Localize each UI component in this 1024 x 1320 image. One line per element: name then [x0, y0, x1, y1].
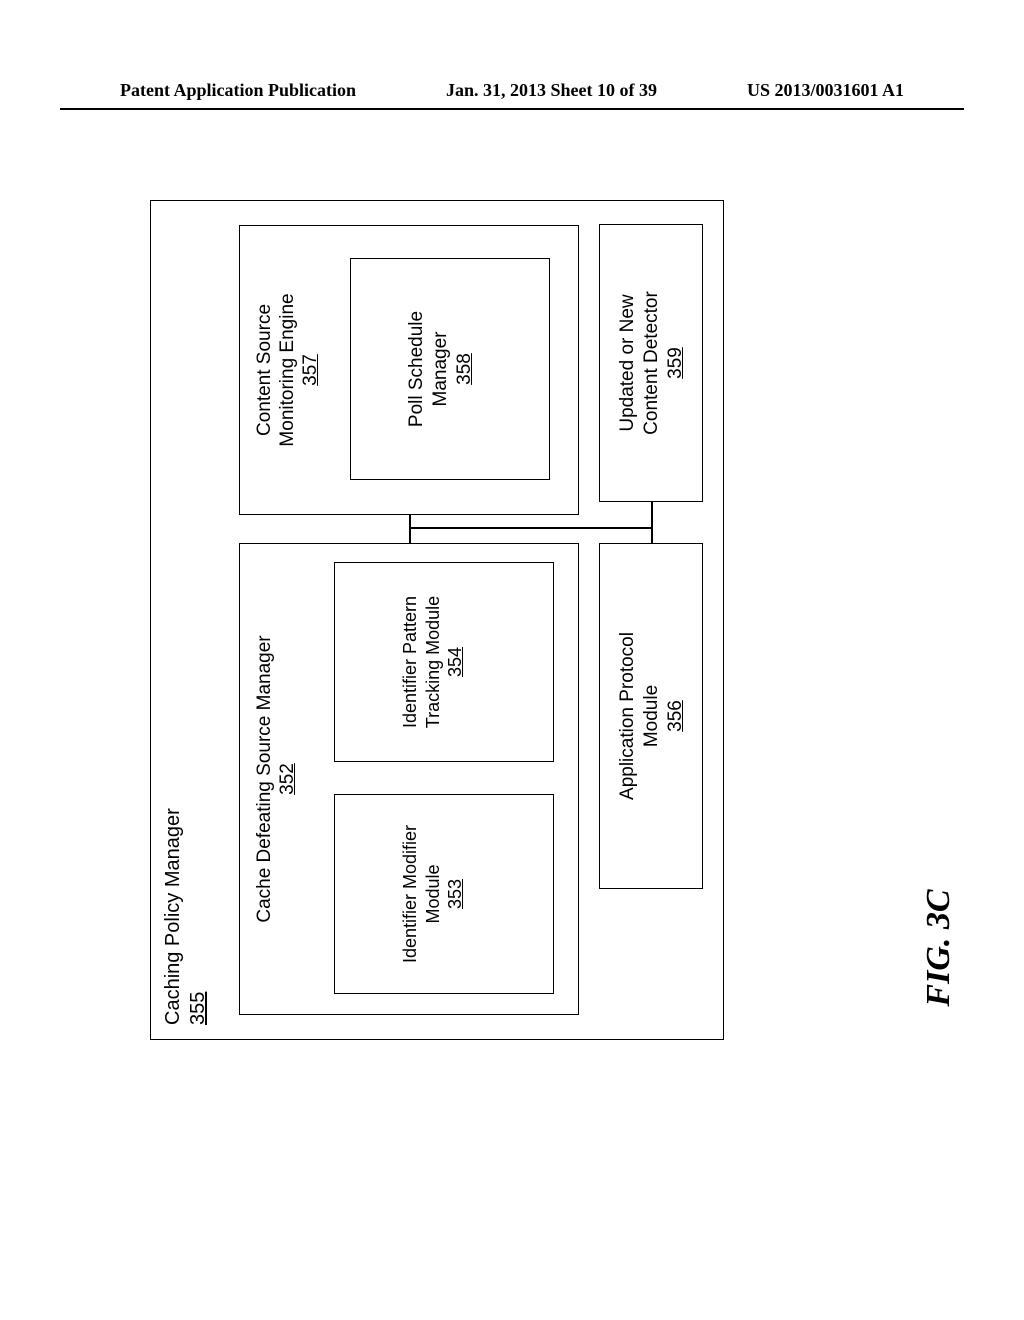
figure-rotated-container: Caching Policy Manager 355 Cache Defeati… [150, 200, 724, 1040]
psm-l1: Poll Schedule [406, 311, 427, 427]
idpat-l2: Tracking Module [423, 596, 443, 728]
idmod-l1: Identifier Modifier [400, 825, 420, 963]
content-source-monitoring-engine-box: Content Source Monitoring Engine 357 Pol… [239, 225, 579, 515]
header-center: Jan. 31, 2013 Sheet 10 of 39 [446, 80, 657, 101]
page-header: Patent Application Publication Jan. 31, … [0, 80, 1024, 101]
approto-l1: Application Protocol [617, 632, 638, 800]
connector-line [409, 529, 411, 543]
caching-policy-manager-label: Caching Policy Manager [162, 808, 184, 1025]
approto-ref: 356 [665, 700, 686, 732]
idmod-ref: 353 [445, 879, 465, 909]
identifier-modifier-module-box: Identifier Modifier Module 353 [334, 794, 554, 994]
csme-title: Content Source Monitoring Engine 357 [254, 226, 322, 514]
approto-l2: Module [641, 685, 662, 747]
connector-line [651, 529, 653, 543]
figure-caption: FIG. 3C [920, 848, 958, 1048]
csme-ref: 357 [300, 354, 321, 386]
updated-or-new-content-detector-box: Updated or New Content Detector 359 [599, 224, 703, 502]
uncd-l1: Updated or New [617, 294, 638, 431]
caching-policy-manager-box: Caching Policy Manager 355 Cache Defeati… [150, 200, 724, 1040]
page: Patent Application Publication Jan. 31, … [0, 0, 1024, 1320]
uncd-l2: Content Detector [641, 291, 662, 435]
psm-ref: 358 [454, 353, 475, 385]
idpat-ref: 354 [445, 647, 465, 677]
caching-policy-manager-title: Caching Policy Manager 355 [161, 808, 211, 1025]
application-protocol-module-box: Application Protocol Module 356 [599, 543, 703, 889]
cdsm-label: Cache Defeating Source Manager [254, 635, 275, 922]
caching-policy-manager-ref: 355 [187, 992, 209, 1025]
cdsm-ref: 352 [277, 763, 298, 795]
connector-line [409, 528, 651, 530]
csme-l1: Content Source [254, 304, 275, 436]
idpat-l1: Identifier Pattern [400, 596, 420, 728]
header-rule [60, 108, 964, 110]
figure-area: Caching Policy Manager 355 Cache Defeati… [150, 200, 724, 1040]
connector-line [651, 502, 653, 529]
cache-defeating-source-manager-box: Cache Defeating Source Manager 352 Ident… [239, 543, 579, 1015]
uncd-ref: 359 [665, 347, 686, 379]
csme-l2: Monitoring Engine [277, 293, 298, 446]
header-left: Patent Application Publication [120, 80, 356, 101]
cache-defeating-source-manager-title: Cache Defeating Source Manager 352 [254, 544, 300, 1014]
poll-schedule-manager-box: Poll Schedule Manager 358 [350, 258, 550, 480]
idmod-l2: Module [423, 864, 443, 923]
psm-l2: Manager [430, 332, 451, 407]
identifier-pattern-tracking-module-box: Identifier Pattern Tracking Module 354 [334, 562, 554, 762]
header-right: US 2013/0031601 A1 [747, 80, 904, 101]
